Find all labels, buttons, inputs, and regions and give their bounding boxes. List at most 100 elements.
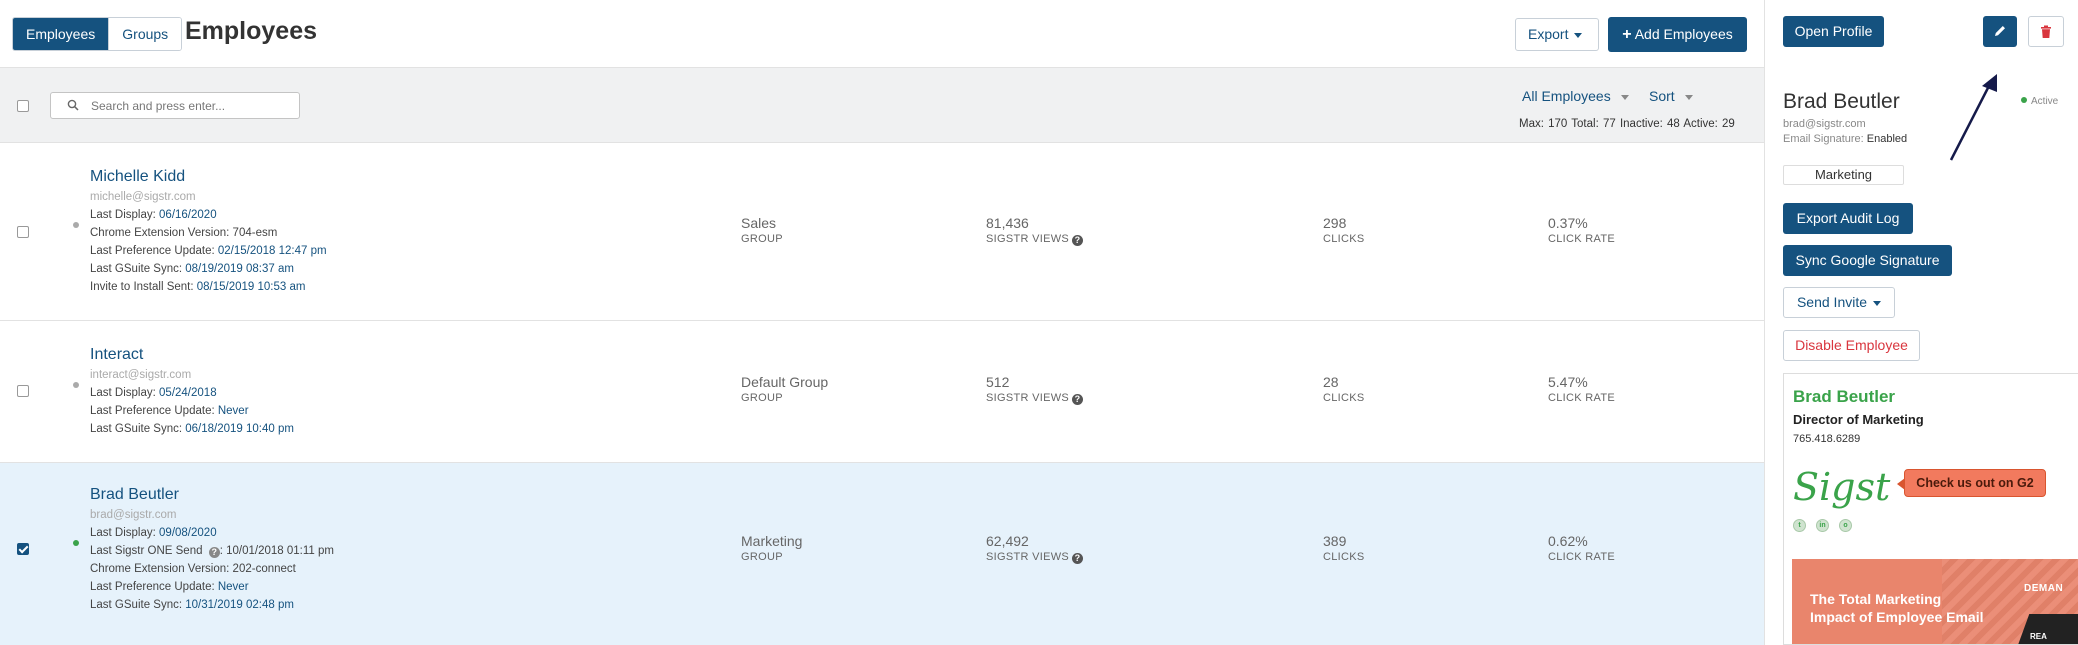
panel-email: brad@sigstr.com (1783, 118, 1866, 130)
detail-value: 202-connect (232, 563, 296, 575)
detail-line: Last Display: 05/24/2018 (90, 387, 217, 399)
detail-line: Chrome Extension Version: 202-connect (90, 563, 296, 575)
row-checkbox[interactable] (17, 385, 29, 397)
search-box[interactable] (50, 92, 300, 119)
signature-phone: 765.418.6289 (1793, 433, 1861, 445)
export-label: Export (1528, 26, 1569, 42)
rate-cell: 5.47% CLICK RATE (1548, 374, 1615, 406)
row-checkbox[interactable] (17, 543, 29, 555)
views-label: SIGSTR VIEWS (986, 233, 1070, 245)
employee-info: Brad Beutler brad@sigstr.com Last Displa… (90, 485, 334, 614)
rate-label: CLICK RATE (1548, 392, 1615, 404)
detail-value: : 10/01/2018 01:11 pm (219, 545, 334, 557)
plus-icon: + (1622, 26, 1632, 43)
banner-headline: The Total Marketing Impact of Employee E… (1810, 591, 1984, 625)
group-value: Marketing (741, 533, 803, 549)
sort-dropdown[interactable]: Sort (1649, 88, 1693, 104)
help-icon[interactable]: ? (1072, 235, 1084, 246)
employee-info: Michelle Kidd michelle@sigstr.com Last D… (90, 167, 327, 296)
detail-line: Last Display: 06/16/2020 (90, 209, 217, 221)
group-cell: Sales GROUP (741, 215, 783, 247)
select-all-checkbox[interactable] (17, 100, 29, 112)
detail-line: Invite to Install Sent: 08/15/2019 10:53… (90, 281, 306, 293)
employee-email: michelle@sigstr.com (90, 191, 196, 203)
group-tag: Marketing (1783, 165, 1904, 185)
clicks-value: 389 (1323, 533, 1347, 549)
filter-label: All Employees (1522, 88, 1611, 104)
clicks-label: CLICKS (1323, 551, 1365, 563)
send-invite-dropdown[interactable]: Send Invite (1783, 287, 1895, 318)
search-input[interactable] (91, 97, 291, 115)
export-button[interactable]: Export (1515, 18, 1599, 51)
group-value: Default Group (741, 374, 829, 390)
employee-stats: Max: 170 Total: 77 Inactive: 48 Active: … (1519, 118, 1735, 130)
detail-value: 09/08/2020 (159, 527, 217, 539)
detail-value: 704-esm (232, 227, 278, 239)
table-row[interactable]: Michelle Kidd michelle@sigstr.com Last D… (0, 143, 1764, 321)
clicks-cell: 28 CLICKS (1323, 374, 1365, 406)
status-dot (2021, 97, 2027, 103)
status-badge: Active (2021, 96, 2058, 107)
views-value: 62,492 (986, 533, 1029, 549)
clicks-label: CLICKS (1323, 233, 1365, 245)
signature-status-label: Email Signature: (1783, 133, 1867, 145)
employee-email: interact@sigstr.com (90, 369, 192, 381)
employee-name[interactable]: Interact (90, 345, 294, 365)
employee-name[interactable]: Brad Beutler (90, 485, 334, 505)
signature-title: Director of Marketing (1793, 412, 1924, 427)
rate-value: 5.47% (1548, 374, 1588, 390)
views-label: SIGSTR VIEWS (986, 392, 1070, 404)
employee-name[interactable]: Michelle Kidd (90, 167, 327, 187)
page-title: Employees (185, 17, 318, 45)
help-icon[interactable]: ? (1072, 553, 1084, 564)
open-profile-button[interactable]: Open Profile (1783, 16, 1884, 47)
delete-button[interactable] (2028, 16, 2064, 47)
views-value: 81,436 (986, 215, 1029, 231)
chevron-down-icon (1873, 300, 1882, 306)
disable-employee-button[interactable]: Disable Employee (1783, 330, 1920, 361)
trash-icon (2041, 25, 2051, 38)
clicks-value: 298 (1323, 215, 1347, 231)
detail-line: Last Preference Update: 02/15/2018 12:47… (90, 245, 327, 257)
help-icon[interactable]: ? (208, 547, 220, 558)
banner-brand: DEMAN (2024, 583, 2064, 594)
twitter-icon[interactable]: t (1793, 519, 1806, 532)
clicks-cell: 298 CLICKS (1323, 215, 1365, 247)
views-cell: 81,436 SIGSTR VIEWS? (986, 215, 1084, 247)
group-label: GROUP (741, 233, 783, 245)
table-row[interactable]: Brad Beutler brad@sigstr.com Last Displa… (0, 463, 1764, 645)
chevron-down-icon (1574, 32, 1583, 38)
help-icon[interactable]: ? (1072, 394, 1084, 405)
group-cell: Marketing GROUP (741, 533, 802, 565)
filter-dropdown[interactable]: All Employees (1522, 88, 1629, 104)
table-row[interactable]: Interact interact@sigstr.com Last Displa… (0, 321, 1764, 463)
detail-value: 06/16/2020 (159, 209, 217, 221)
add-employees-label: Add Employees (1634, 26, 1733, 42)
detail-value: 08/15/2019 10:53 am (196, 281, 306, 293)
employee-detail-panel: Open Profile Brad Beutler Active brad@si… (1764, 0, 2078, 645)
rate-label: CLICK RATE (1548, 233, 1615, 245)
g2-cta-button[interactable]: Check us out on G2 (1897, 469, 2046, 497)
row-checkbox[interactable] (17, 226, 29, 238)
employee-email: brad@sigstr.com (90, 509, 177, 521)
clicks-label: CLICKS (1323, 392, 1365, 404)
chevron-down-icon (1684, 94, 1693, 100)
signature-banner[interactable]: The Total Marketing Impact of Employee E… (1792, 559, 2078, 644)
detail-value: Never (217, 405, 249, 417)
tab-groups[interactable]: Groups (108, 18, 182, 50)
status-dot (73, 540, 79, 546)
panel-info: brad@sigstr.com Email Signature: Enabled (1783, 117, 1907, 147)
detail-line: Last Display: 09/08/2020 (90, 527, 217, 539)
add-employees-button[interactable]: + Add Employees (1608, 17, 1747, 52)
detail-line: Last Preference Update: Never (90, 405, 249, 417)
status-dot (73, 222, 79, 228)
status-dot (73, 382, 79, 388)
sync-google-signature-button[interactable]: Sync Google Signature (1783, 245, 1952, 276)
tab-employees[interactable]: Employees (13, 18, 109, 50)
instagram-icon[interactable]: o (1839, 519, 1852, 532)
edit-button[interactable] (1983, 16, 2017, 47)
annotation-arrow (1949, 74, 1997, 161)
rate-value: 0.62% (1548, 533, 1588, 549)
linkedin-icon[interactable]: in (1816, 519, 1829, 532)
export-audit-log-button[interactable]: Export Audit Log (1783, 203, 1913, 234)
